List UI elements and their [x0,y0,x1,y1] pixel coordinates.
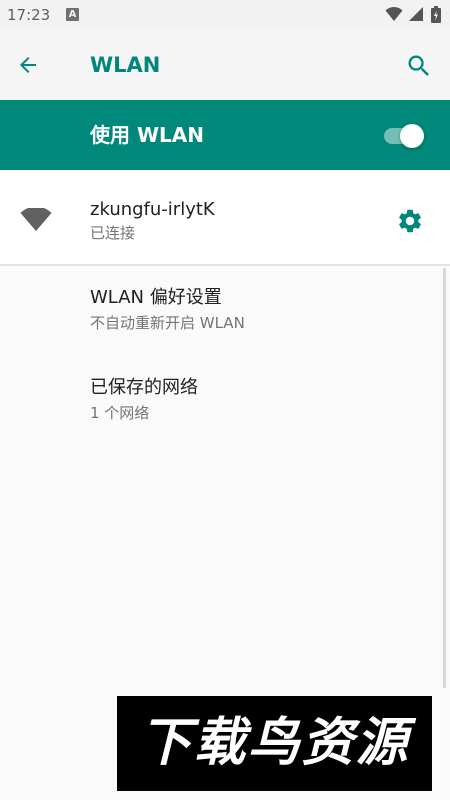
search-button[interactable] [405,52,433,80]
wifi-signal-icon [20,206,52,236]
notification-a-icon: A [66,8,79,21]
network-name: zkungfu-irlytK [90,199,215,220]
status-battery-icon [431,6,441,27]
app-bar: WLAN [0,30,450,100]
wlan-master-switch-bar[interactable]: 使用 WLAN [0,100,450,170]
saved-networks-item[interactable]: 已保存的网络 1 个网络 [0,366,440,446]
switch-thumb [400,124,424,148]
wlan-master-switch-label: 使用 WLAN [90,123,204,147]
search-icon [405,55,433,84]
back-button[interactable] [16,53,40,77]
status-wifi-icon [385,6,403,26]
gear-icon [396,209,424,239]
pref-title: WLAN 偏好设置 [90,287,222,308]
network-status: 已连接 [90,224,136,242]
network-settings-button[interactable] [396,207,424,235]
pref-summary: 不自动重新开启 WLAN [90,314,245,332]
status-time: 17:23 [7,6,51,24]
pref-title: 已保存的网络 [90,377,198,398]
page-title: WLAN [90,53,161,77]
pref-summary: 1 个网络 [90,404,150,422]
scrollbar[interactable] [443,268,446,688]
watermark-logo: 下载鸟资源 [117,696,432,791]
status-bar: 17:23 A [0,0,450,30]
connected-network-item[interactable]: zkungfu-irlytK 已连接 [0,170,450,264]
divider [0,264,450,266]
wlan-preferences-item[interactable]: WLAN 偏好设置 不自动重新开启 WLAN [0,274,440,354]
status-signal-icon [408,6,424,26]
arrow-left-icon [16,57,40,81]
